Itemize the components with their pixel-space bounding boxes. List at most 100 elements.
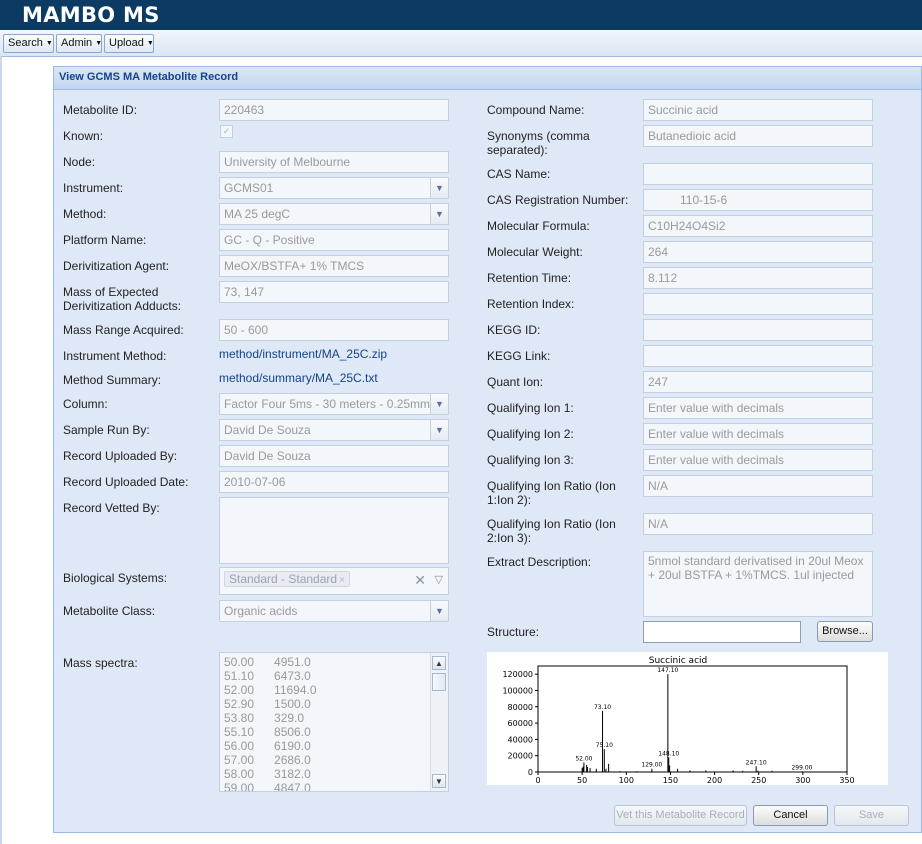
kegg-link-field[interactable] [643,345,873,367]
biological-systems-field[interactable]: Standard - Standard × ✕ ▽ [219,567,449,595]
retention-time-field[interactable]: 8.112 [643,267,873,289]
ratio-2-3-label-line1: Qualifying Ion Ratio (Ion [487,517,616,531]
mass-spectra-scrollbar[interactable]: ▲ ▼ [430,653,448,791]
kegg-link-label: KEGG Link: [487,349,551,363]
chevron-down-icon[interactable]: ▼ [430,420,448,440]
clear-icon[interactable]: ✕ [414,571,426,589]
retention-index-field[interactable] [643,293,873,315]
mass-spectra-line: 57.00 2686.0 [224,753,311,767]
method-select[interactable]: MA 25 degC ▼ [219,203,449,225]
peak-label: 129.00 [641,762,662,769]
search-menu-button[interactable]: Search ▼ [3,34,54,53]
mass-range-label: Mass Range Acquired: [63,323,184,337]
molecular-weight-field[interactable]: 264 [643,241,873,263]
x-tick-label: 150 [663,776,678,785]
scroll-thumb[interactable] [432,673,446,691]
derivitization-agent-field[interactable]: MeOX/BSTFA+ 1% TMCS [219,255,449,277]
save-button[interactable]: Save [834,805,909,826]
chart-plot-area: 0 50 100 150 200 250 300 350 0 20000 40000 60000 800… [502,665,855,785]
molecular-formula-field[interactable]: C10H24O4Si2 [643,215,873,237]
record-uploaded-date-field[interactable]: 2010-07-06 [219,471,449,493]
known-label: Known: [63,129,104,143]
mass-adducts-label-line1: Mass of Expected [63,285,159,299]
chevron-down-icon[interactable]: ▼ [430,601,448,621]
mass-spectra-line: 51.10 6473.0 [224,669,311,683]
mass-range-field[interactable]: 50 - 600 [219,319,449,341]
vet-record-button[interactable]: Vet this Metabolite Record [614,805,747,826]
instrument-method-label: Instrument Method: [63,349,167,363]
instrument-select[interactable]: GCMS01 ▼ [219,177,449,199]
browse-button[interactable]: Browse... [817,621,873,642]
mass-spectra-line: 52.90 1500.0 [224,697,311,711]
kegg-id-field[interactable] [643,319,873,341]
upload-menu-label: Upload [109,37,144,49]
mass-spectra-line: 55.10 8506.0 [224,725,311,739]
x-tick-label: 250 [751,776,766,785]
admin-menu-button[interactable]: Admin ▼ [56,34,102,53]
column-select[interactable]: Factor Four 5ms - 30 meters - 0.25mm ▼ [219,393,449,415]
mass-spectra-line: 59.00 4847.0 [224,781,311,792]
mass-adducts-field[interactable]: 73, 147 [219,281,449,303]
close-icon[interactable]: × [339,575,345,586]
method-label: Method: [63,207,107,221]
chevron-down-icon[interactable]: ▼ [430,394,448,414]
metabolite-class-value: Organic acids [224,604,298,618]
platform-name-field[interactable]: GC - Q - Positive [219,229,449,251]
ratio-1-2-field[interactable]: N/A [643,475,873,497]
extract-description-field[interactable]: 5nmol standard derivatised in 20ul Meox … [643,551,873,617]
peak-label: 52.00 [575,755,592,762]
method-value: MA 25 degC [224,207,291,221]
ratio-2-3-field[interactable]: N/A [643,513,873,535]
mass-spectra-line: 58.00 3182.0 [224,767,311,781]
qualifying-ion-3-field[interactable]: Enter value with decimals [643,449,873,471]
metabolite-class-label: Metabolite Class: [63,604,156,618]
instrument-label: Instrument: [63,181,124,195]
cancel-button[interactable]: Cancel [753,805,828,826]
method-summary-link[interactable]: method/summary/MA_25C.txt [219,371,378,385]
qualifying-ion-2-field[interactable]: Enter value with decimals [643,423,873,445]
chevron-down-icon[interactable]: ▼ [430,204,448,224]
record-vetted-by-field[interactable] [219,497,449,564]
metabolite-id-field[interactable]: 220463 [219,99,449,121]
spectrum-svg: Succinic acid 0 50 100 150 200 250 300 350 0 2000… [502,656,855,785]
structure-file-input[interactable] [643,621,801,643]
search-menu-label: Search [8,37,43,49]
x-tick-label: 350 [839,776,854,785]
biological-system-tag-label: Standard - Standard [229,572,338,586]
record-uploaded-by-field[interactable]: David De Souza [219,445,449,467]
node-field[interactable]: University of Melbourne [219,151,449,173]
mass-spectra-label: Mass spectra: [63,656,138,670]
chevron-down-icon[interactable]: ▼ [430,178,448,198]
qualifying-ion-1-field[interactable]: Enter value with decimals [643,397,873,419]
ratio-1-2-label-line2: 1:Ion 2): [487,493,532,507]
biological-systems-label: Biological Systems: [63,571,168,585]
mass-spectra-textarea[interactable]: 50.00 4951.0 51.10 6473.0 52.00 11694.0 … [219,652,449,792]
column-value: Factor Four 5ms - 30 meters - 0.25mm [224,397,431,411]
x-tick-label: 300 [795,776,810,785]
retention-time-label: Retention Time: [487,271,572,285]
cas-registration-field[interactable]: 110-15-6 [643,189,873,211]
synonyms-label-line2: separated): [487,143,548,157]
scroll-up-icon[interactable]: ▲ [432,656,446,670]
synonyms-field[interactable]: Butanedioic acid [643,125,873,147]
peak-label: 75.10 [596,742,613,749]
biological-system-tag[interactable]: Standard - Standard × [224,571,350,587]
check-icon: ✓ [222,126,231,136]
left-border [0,56,2,844]
mass-spectra-line: 53.80 329.0 [224,711,305,725]
metabolite-class-select[interactable]: Organic acids ▼ [219,600,449,622]
record-vetted-by-label: Record Vetted By: [63,501,160,515]
chevron-down-icon: ▼ [95,40,103,47]
compound-name-field[interactable]: Succinic acid [643,99,873,121]
instrument-method-link[interactable]: method/instrument/MA_25C.zip [219,347,387,361]
y-tick-label: 100000 [502,686,533,695]
quant-ion-field[interactable]: 247 [643,371,873,393]
known-checkbox[interactable]: ✓ [220,125,233,138]
method-summary-label: Method Summary: [63,373,162,387]
upload-menu-button[interactable]: Upload ▼ [104,34,154,53]
sample-run-by-select[interactable]: David De Souza ▼ [219,419,449,441]
filter-down-icon[interactable]: ▽ [435,572,443,588]
retention-index-label: Retention Index: [487,297,575,311]
scroll-down-icon[interactable]: ▼ [432,774,446,788]
cas-name-field[interactable] [643,163,873,185]
